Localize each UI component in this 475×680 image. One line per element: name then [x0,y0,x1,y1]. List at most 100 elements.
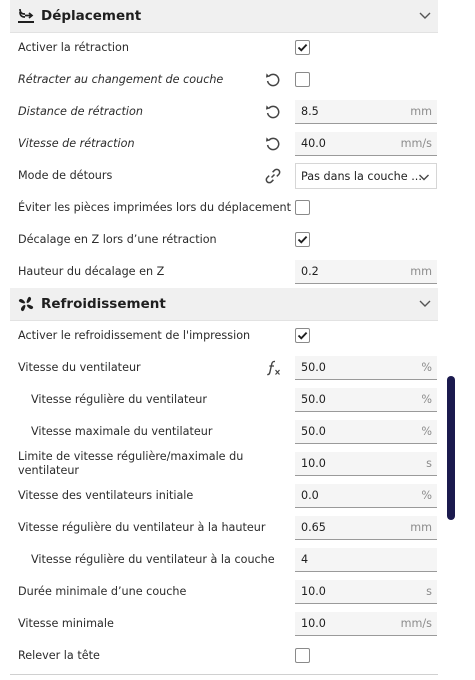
function-icon[interactable] [264,359,282,377]
setting-row-fan-speed-threshold: Limite de vitesse régulière/maximale du … [0,448,440,480]
setting-label: Vitesse maximale du ventilateur [31,425,213,438]
link-icon[interactable] [264,167,282,185]
retraction-enable-checkbox[interactable] [295,40,310,55]
retraction-speed-input[interactable]: 40.0 mm/s [295,132,437,156]
field-unit: mm/s [400,137,432,150]
setting-row-avoid-printed-parts: Éviter les pièces imprimées lors du dépl… [0,192,440,224]
field-unit: % [421,393,432,406]
retraction-distance-input[interactable]: 8.5 mm [295,100,437,124]
setting-label: Vitesse du ventilateur [18,361,141,374]
min-speed-input[interactable]: 10.0 mm/s [295,612,437,636]
setting-label: Mode de détours [18,169,113,182]
retraction-hop-input[interactable]: 0.2 mm [295,260,437,284]
retraction-hop-enabled-checkbox[interactable] [295,232,310,247]
field-value: 50.0 [301,425,326,438]
setting-label: Vitesse des ventilateurs initiale [18,489,194,502]
check-icon [297,331,308,340]
setting-row-combing-mode: Mode de détours Pas dans la couche ... [0,160,440,192]
fan-full-at-height-input[interactable]: 0.65 mm [295,516,437,540]
setting-row-cool-fan-speed-max: Vitesse maximale du ventilateur 50.0 % [0,416,440,448]
field-unit: % [421,425,432,438]
setting-label: Vitesse régulière du ventilateur [31,393,207,406]
scrollbar-thumb[interactable] [447,376,455,520]
chevron-down-icon[interactable] [418,298,432,310]
check-icon [297,235,308,244]
cool-fan-enabled-checkbox[interactable] [295,328,310,343]
field-value: 10.0 [301,617,326,630]
check-icon [297,43,308,52]
min-layer-time-input[interactable]: 10.0 s [295,580,437,604]
combing-mode-select[interactable]: Pas dans la couche ... [295,163,437,189]
setting-row-retraction-hop: Hauteur du décalage en Z 0.2 mm [0,256,440,288]
field-unit: mm [410,265,432,278]
travel-icon [18,8,34,23]
setting-label: Activer le refroidissement de l'impressi… [18,329,251,342]
field-value: 50.0 [301,393,326,406]
setting-label: Vitesse régulière du ventilateur à la co… [31,553,275,566]
setting-label: Décalage en Z lors d’une rétraction [18,233,217,246]
field-unit: % [421,361,432,374]
setting-label: Relever la tête [18,649,100,662]
chevron-down-icon [419,174,429,181]
setting-label: Durée minimale d’une couche [18,585,187,598]
setting-row-lift-head: Relever la tête [0,640,440,672]
reset-icon[interactable] [264,103,282,121]
setting-label: Vitesse de rétraction [18,137,135,150]
setting-row-retraction-distance: Distance de rétraction 8.5 mm [0,96,440,128]
field-unit: s [426,585,432,598]
field-value: 0.0 [301,489,319,502]
field-unit: mm [410,521,432,534]
section-title-cooling: Refroidissement [41,296,166,312]
fan-speed-threshold-input[interactable]: 10.0 s [295,452,437,476]
setting-row-retraction-enable: Activer la rétraction [0,32,440,64]
setting-label: Limite de vitesse régulière/maximale du … [18,450,244,477]
setting-row-initial-fan-speed: Vitesse des ventilateurs initiale 0.0 % [0,480,440,512]
select-value: Pas dans la couche ... [301,170,422,183]
setting-row-min-speed: Vitesse minimale 10.0 mm/s [0,608,440,640]
field-value: 0.2 [301,265,319,278]
field-value: 10.0 [301,457,326,470]
divider [10,674,438,675]
setting-label: Distance de rétraction [18,105,143,118]
setting-row-cool-fan-enabled: Activer le refroidissement de l'impressi… [0,320,440,352]
section-title-travel: Déplacement [41,8,142,24]
cool-fan-speed-input[interactable]: 50.0 % [295,356,437,380]
setting-label: Vitesse régulière du ventilateur à la ha… [18,521,266,534]
reset-icon[interactable] [264,71,282,89]
avoid-printed-parts-checkbox[interactable] [295,200,310,215]
field-value: 10.0 [301,585,326,598]
field-unit: s [426,457,432,470]
setting-row-retract-layer-change: Rétracter au changement de couche [0,64,440,96]
field-value: 0.65 [301,521,326,534]
setting-label: Vitesse minimale [18,617,114,630]
field-value: 8.5 [301,105,319,118]
lift-head-checkbox[interactable] [295,648,310,663]
setting-label: Éviter les pièces imprimées lors du dépl… [18,201,292,214]
setting-row-min-layer-time: Durée minimale d’une couche 10.0 s [0,576,440,608]
setting-row-cool-fan-speed-min: Vitesse régulière du ventilateur 50.0 % [0,384,440,416]
setting-row-cool-fan-speed: Vitesse du ventilateur 50.0 % [0,352,440,384]
field-unit: mm/s [400,617,432,630]
setting-row-fan-full-at-height: Vitesse régulière du ventilateur à la ha… [0,512,440,544]
initial-fan-speed-input[interactable]: 0.0 % [295,484,437,508]
setting-label: Rétracter au changement de couche [18,73,224,86]
fan-full-layer-input[interactable]: 4 [295,548,437,572]
retract-layer-change-checkbox[interactable] [295,72,310,87]
field-value: 40.0 [301,137,326,150]
setting-label: Hauteur du décalage en Z [18,265,165,278]
section-header-travel[interactable]: Déplacement [10,0,438,33]
field-value: 50.0 [301,361,326,374]
section-header-cooling[interactable]: Refroidissement [10,288,438,321]
field-unit: mm [410,105,432,118]
fan-icon [18,296,34,312]
setting-row-retraction-speed: Vitesse de rétraction 40.0 mm/s [0,128,440,160]
setting-label: Activer la rétraction [18,41,129,54]
setting-row-retraction-hop-enabled: Décalage en Z lors d’une rétraction [0,224,440,256]
field-value: 4 [301,553,309,566]
chevron-down-icon[interactable] [418,10,432,22]
reset-icon[interactable] [264,135,282,153]
setting-row-fan-full-layer: Vitesse régulière du ventilateur à la co… [0,544,440,576]
field-unit: % [421,489,432,502]
cool-fan-speed-max-input[interactable]: 50.0 % [295,420,437,444]
cool-fan-speed-min-input[interactable]: 50.0 % [295,388,437,412]
